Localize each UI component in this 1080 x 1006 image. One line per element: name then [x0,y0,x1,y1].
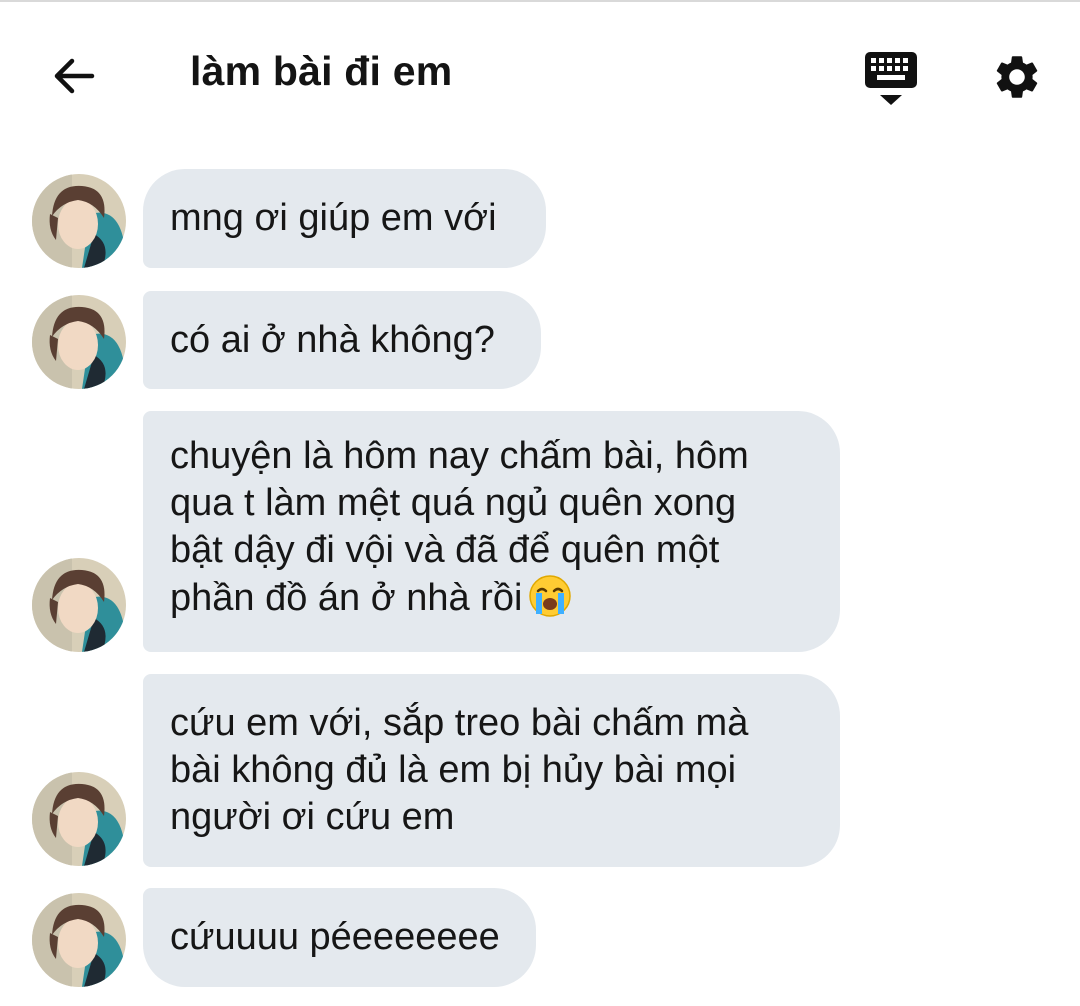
message-bubble[interactable]: cứu em với, sắp treo bài chấm mà bài khô… [143,674,840,867]
message-text: cứuuuu péeeeeeee [170,916,500,958]
avatar[interactable] [32,772,126,866]
message-text: chuyện là hôm nay chấm bài, hôm qua t là… [170,433,749,630]
avatar[interactable] [32,295,126,389]
avatar-photo [32,558,126,652]
message-text: mng ơi giúp em với [170,197,497,239]
message-bubble[interactable]: có ai ở nhà không? [143,291,541,389]
message-text: cứu em với, sắp treo bài chấm mà bài khô… [170,702,749,838]
avatar-photo [32,772,126,866]
avatar[interactable] [32,558,126,652]
avatar-photo [32,295,126,389]
avatar-photo [32,174,126,268]
loudly-crying-face-icon [528,574,572,630]
avatar[interactable] [32,893,126,987]
message-bubble[interactable]: cứuuuu péeeeeeee [143,888,536,987]
avatar-photo [32,893,126,987]
message-text: có ai ở nhà không? [170,318,495,361]
message-bubble[interactable]: chuyện là hôm nay chấm bài, hôm qua t là… [143,411,840,652]
message-bubble[interactable]: mng ơi giúp em với [143,169,546,268]
avatar[interactable] [32,174,126,268]
message-list: mng ơi giúp em với có ai ở nhà không? ch… [0,0,1080,1006]
